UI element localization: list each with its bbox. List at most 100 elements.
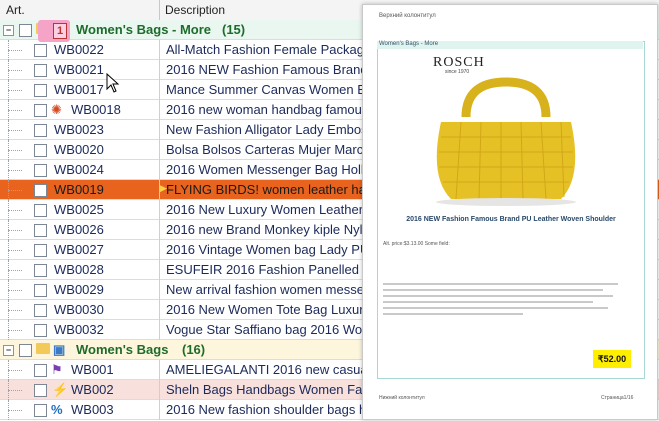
tree-line — [8, 190, 22, 191]
row-checkbox[interactable] — [34, 44, 47, 57]
row-description: 2016 New Luxury Women Leather — [166, 202, 364, 217]
description-text-block — [383, 283, 623, 319]
tree-line — [8, 370, 22, 371]
group-number: 1 — [53, 23, 67, 39]
group-number-badge: 1 — [38, 20, 70, 42]
row-checkbox[interactable] — [34, 64, 47, 77]
brand-subtitle: since 1970 — [445, 69, 470, 75]
column-separator — [159, 360, 160, 380]
collapse-icon[interactable]: − — [3, 25, 14, 36]
row-art: WB0024 — [54, 162, 104, 177]
tree-line — [8, 410, 22, 411]
column-separator — [159, 400, 160, 420]
row-art: WB0025 — [54, 202, 104, 217]
collapse-icon[interactable]: − — [3, 345, 14, 356]
tree-line — [8, 50, 22, 51]
column-header-art[interactable]: Art. — [6, 3, 25, 17]
tree-line — [8, 290, 22, 291]
row-art: WB0029 — [54, 282, 104, 297]
row-art: WB0030 — [54, 302, 104, 317]
folder-icon — [36, 343, 50, 354]
row-description: Bolsa Bolsos Carteras Mujer Marca — [166, 142, 366, 157]
alt-price-line: Alt. price:$3.13.00 Some field: — [383, 241, 450, 247]
row-description: ESUFEIR 2016 Fashion Panelled Bag — [166, 262, 366, 277]
row-checkbox[interactable] — [34, 404, 47, 417]
row-art: WB002 — [71, 382, 114, 397]
row-checkbox[interactable] — [34, 144, 47, 157]
tree-line — [8, 390, 22, 391]
column-separator — [159, 300, 160, 320]
preview-header: Верхний колонтитул — [379, 13, 436, 19]
row-description: Vogue Star Saffiano bag 2016 Women — [166, 322, 366, 337]
product-image — [436, 77, 576, 206]
group-checkbox[interactable] — [19, 344, 32, 357]
column-separator — [159, 160, 160, 180]
column-separator — [159, 240, 160, 260]
row-art: WB003 — [71, 402, 114, 417]
row-art: WB0020 — [54, 142, 104, 157]
product-caption: 2016 NEW Fashion Famous Brand PU Leather… — [406, 216, 616, 223]
row-art: WB001 — [71, 362, 114, 377]
tree-line — [8, 110, 22, 111]
document-icon: ▣ — [53, 342, 66, 357]
header-separator — [159, 0, 160, 20]
row-description: AMELIEGALANTI 2016 new casual — [166, 362, 366, 377]
row-checkbox[interactable] — [34, 304, 47, 317]
group-count: (16) — [182, 342, 206, 357]
group-label: Women's Bags - More — [76, 22, 212, 37]
tree-line — [8, 130, 22, 131]
row-checkbox[interactable] — [34, 384, 47, 397]
row-description: 2016 New fashion shoulder bags high — [166, 402, 366, 417]
tree-line — [8, 70, 22, 71]
mouse-cursor-icon — [106, 73, 120, 93]
row-description: 2016 new Brand Monkey kiple Nyl — [166, 222, 363, 237]
row-checkbox[interactable] — [34, 324, 47, 337]
row-checkbox[interactable] — [34, 244, 47, 257]
row-checkbox[interactable] — [34, 264, 47, 277]
column-separator — [159, 60, 160, 80]
column-separator — [159, 320, 160, 340]
column-separator — [159, 120, 160, 140]
page-counter: Страница1/16 — [601, 395, 634, 401]
row-art: WB0028 — [54, 262, 104, 277]
column-separator — [159, 200, 160, 220]
row-checkbox[interactable] — [34, 124, 47, 137]
column-separator — [159, 100, 160, 120]
preview-footer: Нижний колонтитул — [379, 395, 425, 401]
row-description: 2016 Women Messenger Bag Holl — [166, 162, 364, 177]
row-art: WB0022 — [54, 42, 104, 57]
flag-icon: ⚑ — [51, 362, 63, 377]
row-description: All-Match Fashion Female Package — [166, 42, 366, 57]
row-description: New arrival fashion women messenger — [166, 282, 366, 297]
row-art: WB0018 — [71, 102, 121, 117]
row-checkbox[interactable] — [34, 284, 47, 297]
row-checkbox[interactable] — [34, 224, 47, 237]
column-separator — [159, 380, 160, 400]
percent-icon: % — [51, 402, 63, 417]
tree-line — [8, 150, 22, 151]
row-art: WB0023 — [54, 122, 104, 137]
group-count: (15) — [222, 22, 246, 37]
column-header-description[interactable]: Description — [165, 3, 225, 17]
tree-line — [8, 250, 22, 251]
row-checkbox[interactable] — [34, 204, 47, 217]
row-art: WB0017 — [54, 82, 104, 97]
preview-group-title: Women's Bags - More — [377, 41, 643, 49]
column-separator — [159, 40, 160, 60]
row-checkbox[interactable] — [34, 364, 47, 377]
row-description: 2016 Vintage Women bag Lady PU — [166, 242, 366, 257]
print-preview-popup: Верхний колонтитул Women's Bags - More R… — [362, 4, 658, 420]
tree-line — [8, 330, 22, 331]
row-checkbox[interactable] — [34, 104, 47, 117]
group-checkbox[interactable] — [19, 24, 32, 37]
row-checkbox[interactable] — [34, 164, 47, 177]
row-art: WB0027 — [54, 242, 104, 257]
column-separator — [159, 220, 160, 240]
tree-line — [8, 270, 22, 271]
tree-line — [8, 310, 22, 311]
row-description: New Fashion Alligator Lady Embossed — [166, 122, 366, 137]
row-checkbox[interactable] — [34, 184, 47, 197]
row-checkbox[interactable] — [34, 84, 47, 97]
row-art: WB0032 — [54, 322, 104, 337]
tree-line — [8, 90, 22, 91]
